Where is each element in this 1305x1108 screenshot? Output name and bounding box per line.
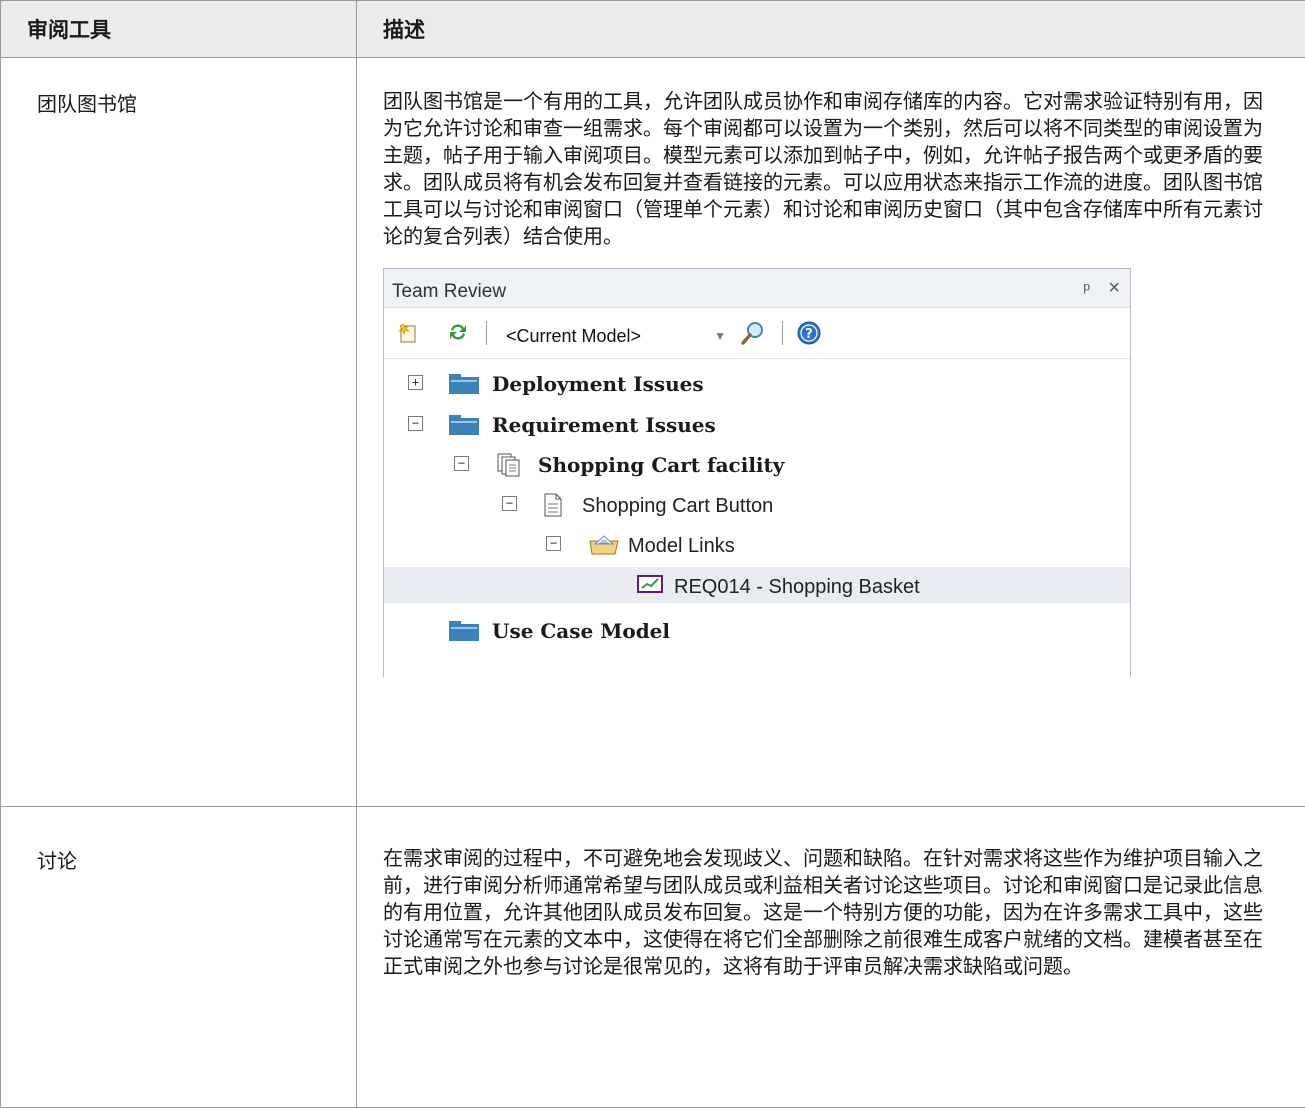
table-row: 讨论 在需求审阅的过程中，不可避免地会发现歧义、问题和缺陷。在针对需求将这些作为… [1, 807, 1305, 1108]
header-review-tool: 审阅工具 [1, 1, 357, 58]
description-cell: 团队图书馆是一个有用的工具，允许团队成员协作和审阅存储库的内容。它对需求验证特别… [357, 58, 1305, 807]
folder-icon [448, 371, 480, 402]
tree-node-label: Shopping Cart facility [538, 452, 784, 479]
new-post-icon[interactable] [396, 320, 420, 351]
table-header-row: 审阅工具 描述 [1, 1, 1305, 58]
description-discussion: 在需求审阅的过程中，不可避免地会发现歧义、问题和缺陷。在针对需求将这些作为维护项… [383, 845, 1263, 980]
expand-icon[interactable]: + [408, 375, 423, 390]
pin-icon[interactable]: ᵖ [1083, 276, 1090, 303]
help-icon[interactable]: ? [796, 320, 822, 353]
collapse-icon[interactable]: − [546, 536, 561, 551]
toolbar-separator [486, 321, 487, 345]
chevron-down-icon[interactable]: ▼ [714, 323, 726, 350]
refresh-icon[interactable] [446, 320, 470, 351]
tree-node-use-case-model[interactable]: Use Case Model [384, 612, 1130, 648]
tool-name-discussion: 讨论 [1, 807, 357, 1108]
header-description: 描述 [357, 1, 1305, 58]
collapse-icon[interactable]: − [502, 496, 517, 511]
close-icon[interactable]: × [1108, 275, 1120, 302]
tree-node-shopping-cart-button[interactable]: − Shopping Cart Button [384, 486, 1130, 522]
toolbar-separator [782, 321, 783, 345]
tree-node-deployment-issues[interactable]: + Deployment Issues [384, 365, 1130, 401]
open-folder-links-icon [588, 532, 620, 563]
description-team-library: 团队图书馆是一个有用的工具，允许团队成员协作和审阅存储库的内容。它对需求验证特别… [383, 88, 1263, 250]
tree-node-label: Shopping Cart Button [582, 493, 773, 520]
model-selector-combo[interactable]: <Current Model> ▼ [500, 318, 732, 348]
model-selector-value: <Current Model> [506, 323, 641, 350]
team-review-toolbar: <Current Model> ▼ [384, 308, 1130, 359]
tree-node-shopping-cart-facility[interactable]: − Shopping Cart facility [384, 446, 1130, 482]
description-cell: 在需求审阅的过程中，不可避免地会发现歧义、问题和缺陷。在针对需求将这些作为维护项… [357, 807, 1305, 1108]
tree-node-requirement-issues[interactable]: − Requirement Issues [384, 406, 1130, 442]
tree-node-label: REQ014 - Shopping Basket [674, 574, 920, 601]
tree-node-label: Deployment Issues [492, 371, 704, 398]
table-row: 团队图书馆 团队图书馆是一个有用的工具，允许团队成员协作和审阅存储库的内容。它对… [1, 58, 1305, 807]
team-review-titlebar: Team Review ᵖ × [384, 269, 1130, 308]
team-review-title: Team Review [392, 278, 506, 305]
team-review-window: Team Review ᵖ × [383, 268, 1131, 677]
tree-node-label: Requirement Issues [492, 412, 716, 439]
svg-text:?: ? [805, 327, 813, 342]
folder-icon [448, 618, 480, 649]
requirement-icon [636, 573, 664, 602]
search-icon[interactable] [740, 320, 766, 353]
multiple-documents-icon [496, 452, 522, 485]
collapse-icon[interactable]: − [454, 456, 469, 471]
folder-icon [448, 412, 480, 443]
tree-node-label: Use Case Model [492, 618, 670, 645]
tree-node-label: Model Links [628, 533, 735, 560]
tool-name-team-library: 团队图书馆 [1, 58, 357, 807]
collapse-icon[interactable]: − [408, 416, 423, 431]
review-tools-table: 审阅工具 描述 团队图书馆 团队图书馆是一个有用的工具，允许团队成员协作和审阅存… [0, 0, 1305, 1108]
tree-node-model-links[interactable]: − Model Links [384, 526, 1130, 562]
document-icon [542, 492, 564, 525]
tree-node-req014[interactable]: REQ014 - Shopping Basket [384, 567, 1130, 603]
